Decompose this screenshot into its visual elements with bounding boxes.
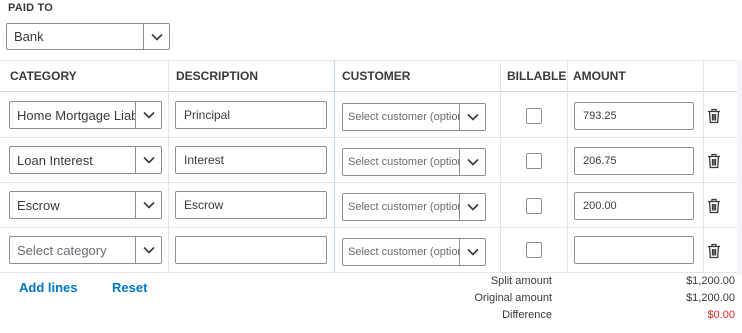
description-input[interactable]: Interest: [175, 146, 327, 174]
paid-to-label: PAID TO: [8, 2, 53, 14]
trash-icon[interactable]: [707, 153, 721, 169]
chevron-down-icon[interactable]: [135, 102, 161, 128]
customer-placeholder: Select customer (optional): [348, 246, 459, 258]
chevron-down-icon[interactable]: [135, 237, 161, 263]
split-amount-label: Split amount: [490, 275, 552, 287]
row-divider: [0, 137, 742, 138]
customer-select[interactable]: Select customer (optional): [342, 238, 486, 266]
description-input[interactable]: [175, 236, 327, 264]
column-divider: [703, 60, 704, 272]
category-select[interactable]: Home Mortgage Liability: [9, 101, 162, 129]
column-divider: [567, 60, 568, 272]
customer-select[interactable]: Select customer (optional): [342, 193, 486, 221]
billable-checkbox[interactable]: [526, 153, 542, 169]
difference-value: $0.00: [707, 309, 735, 321]
customer-select[interactable]: Select customer (optional): [342, 148, 486, 176]
customer-select[interactable]: Select customer (optional): [342, 103, 486, 131]
difference-label: Difference: [502, 309, 552, 321]
description-input[interactable]: Escrow: [175, 191, 327, 219]
split-amount-value: $1,200.00: [686, 275, 735, 287]
chevron-down-icon[interactable]: [459, 194, 485, 220]
category-select[interactable]: Select category: [9, 236, 162, 264]
chevron-down-icon[interactable]: [459, 239, 485, 265]
table-scrollbar[interactable]: [737, 60, 742, 275]
description-input[interactable]: Principal: [175, 101, 327, 129]
header-description: DESCRIPTION: [176, 69, 259, 83]
billable-checkbox[interactable]: [526, 242, 542, 258]
amount-input[interactable]: [574, 236, 694, 264]
customer-placeholder: Select customer (optional): [348, 201, 459, 213]
row-divider: [0, 182, 742, 183]
chevron-down-icon[interactable]: [459, 149, 485, 175]
original-amount-label: Original amount: [474, 292, 552, 304]
amount-input[interactable]: 793.25: [574, 102, 694, 130]
column-divider: [168, 60, 169, 272]
row-divider: [0, 227, 742, 228]
header-category: CATEGORY: [10, 69, 77, 83]
chevron-down-icon[interactable]: [143, 24, 169, 49]
paid-to-value: Bank: [14, 29, 44, 44]
category-value: Loan Interest: [17, 152, 93, 168]
chevron-down-icon[interactable]: [135, 192, 161, 218]
category-placeholder: Select category: [17, 242, 107, 258]
amount-input[interactable]: 200.00: [574, 192, 694, 220]
reset-link[interactable]: Reset: [112, 280, 147, 295]
category-select[interactable]: Escrow: [9, 191, 162, 219]
column-divider: [334, 60, 335, 272]
billable-checkbox[interactable]: [526, 198, 542, 214]
trash-icon[interactable]: [707, 243, 721, 259]
column-divider: [500, 60, 501, 272]
amount-input[interactable]: 206.75: [574, 147, 694, 175]
customer-placeholder: Select customer (optional): [348, 156, 459, 168]
trash-icon[interactable]: [707, 108, 721, 124]
row-divider: [0, 272, 742, 273]
billable-checkbox[interactable]: [526, 108, 542, 124]
paid-to-select[interactable]: Bank: [6, 23, 170, 50]
category-select[interactable]: Loan Interest: [9, 146, 162, 174]
category-value: Home Mortgage Liability: [17, 107, 135, 123]
chevron-down-icon[interactable]: [135, 147, 161, 173]
header-amount: AMOUNT: [573, 69, 626, 83]
header-billable: BILLABLE: [507, 69, 566, 83]
header-customer: CUSTOMER: [342, 69, 411, 83]
trash-icon[interactable]: [707, 198, 721, 214]
split-table-header: CATEGORY DESCRIPTION CUSTOMER BILLABLE A…: [0, 60, 742, 92]
add-lines-link[interactable]: Add lines: [19, 280, 78, 295]
original-amount-value: $1,200.00: [686, 292, 735, 304]
customer-placeholder: Select customer (optional): [348, 111, 459, 123]
chevron-down-icon[interactable]: [459, 104, 485, 130]
category-value: Escrow: [17, 197, 60, 213]
